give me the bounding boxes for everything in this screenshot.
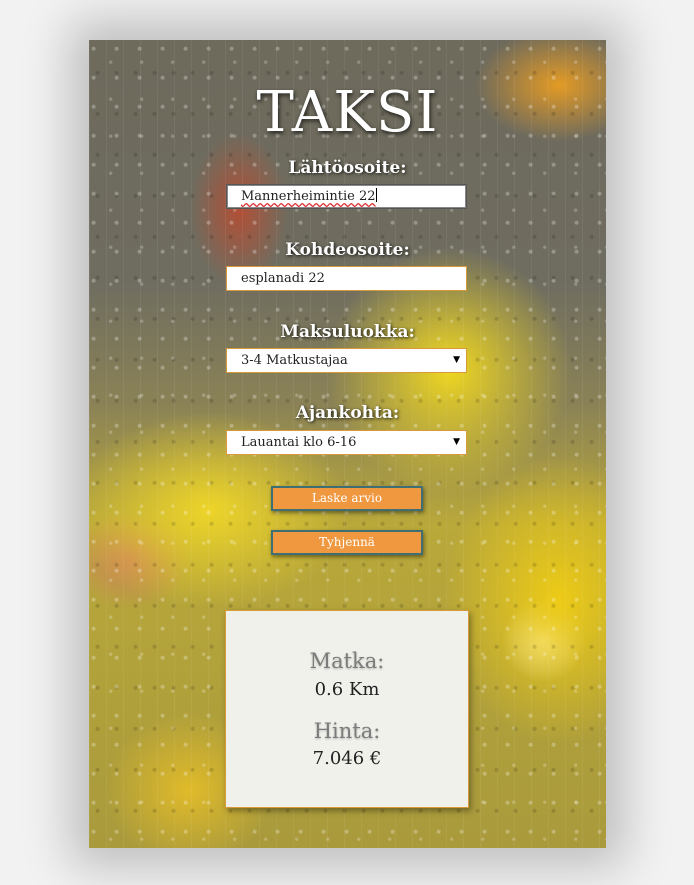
origin-input[interactable]: Mannerheimintie 22	[226, 184, 467, 209]
destination-input[interactable]: esplanadi 22	[226, 266, 467, 291]
taxi-form: TAKSI Lähtöosoite: Mannerheimintie 22 Ko…	[89, 40, 606, 848]
price-value: 7.046 €	[312, 748, 382, 769]
time-select[interactable]: Lauantai klo 6-16 ▼	[226, 430, 467, 455]
price-label: Hinta:	[313, 719, 381, 743]
triangle-down-icon: ▼	[453, 437, 460, 447]
fare-class-select[interactable]: 3-4 Matkustajaa ▼	[226, 348, 467, 373]
app-window: TAKSI Lähtöosoite: Mannerheimintie 22 Ko…	[89, 40, 606, 848]
page-title: TAKSI	[256, 80, 439, 145]
origin-label: Lähtöosoite:	[288, 158, 407, 178]
clear-button[interactable]: Tyhjennä	[271, 530, 423, 555]
triangle-down-icon: ▼	[453, 355, 460, 365]
calculate-button[interactable]: Laske arvio	[271, 486, 423, 511]
distance-label: Matka:	[309, 649, 385, 673]
fare-class-selected: 3-4 Matkustajaa	[241, 353, 348, 368]
fare-class-label: Maksuluokka:	[280, 322, 415, 342]
result-panel: Matka: 0.6 Km Hinta: 7.046 €	[225, 610, 469, 808]
origin-input-value: Mannerheimintie 22	[241, 189, 376, 204]
text-caret	[375, 188, 377, 202]
distance-value: 0.6 Km	[314, 679, 380, 700]
destination-input-value: esplanadi 22	[241, 271, 325, 286]
destination-label: Kohdeosoite:	[285, 240, 410, 260]
time-label: Ajankohta:	[295, 403, 400, 423]
time-selected: Lauantai klo 6-16	[241, 435, 357, 450]
